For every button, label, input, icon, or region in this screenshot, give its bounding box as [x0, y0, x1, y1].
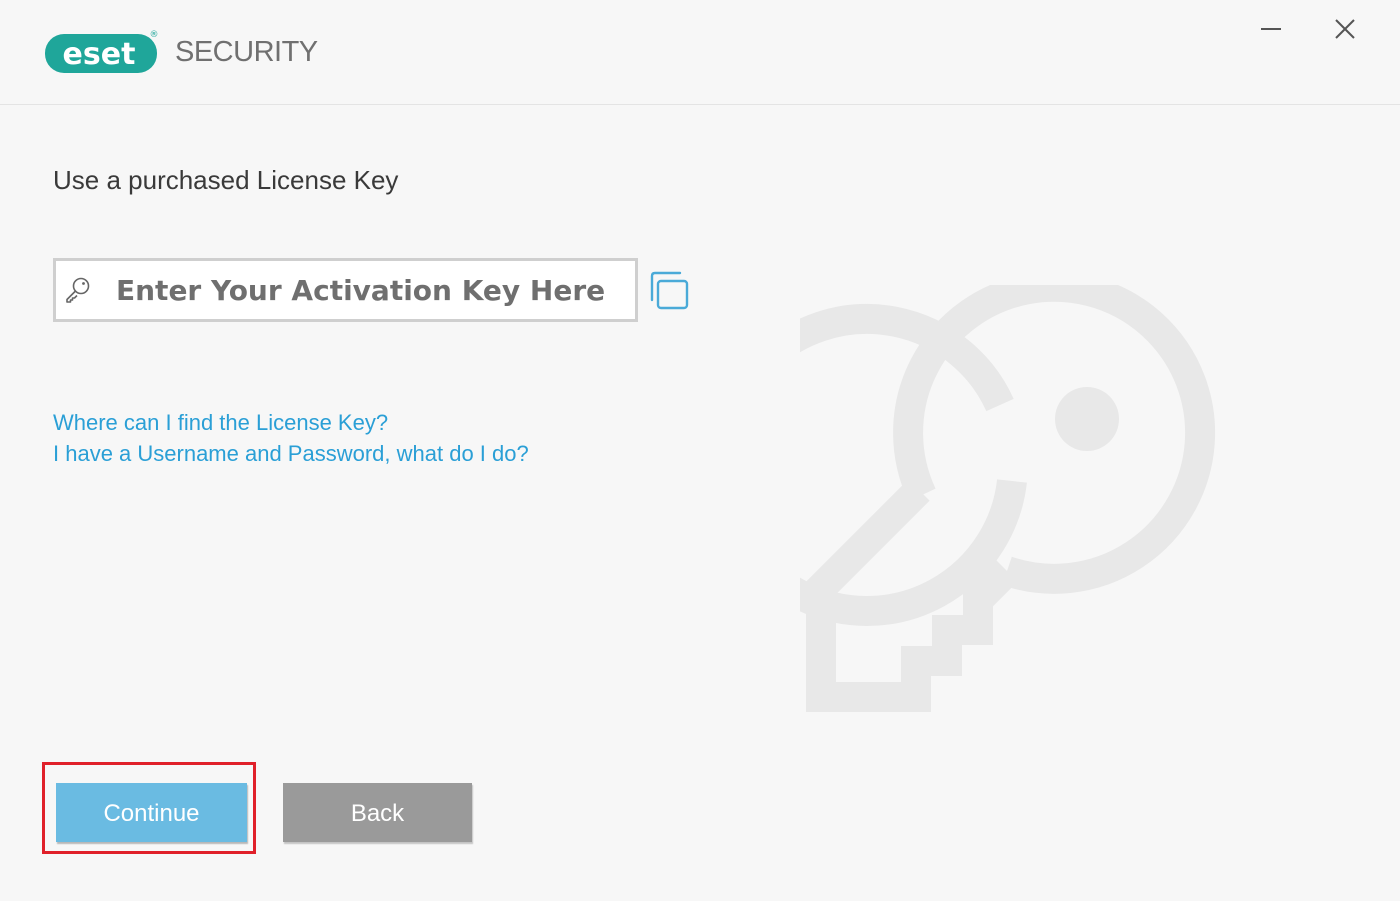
back-button[interactable]: Back: [283, 783, 472, 842]
svg-text:eset: eset: [63, 37, 136, 72]
license-key-input[interactable]: [116, 261, 626, 319]
paste-button[interactable]: [648, 270, 692, 312]
continue-button[interactable]: Continue: [56, 783, 247, 842]
key-illustration: [800, 285, 1216, 712]
key-icon: [66, 277, 90, 303]
eset-logo: eset ®: [45, 30, 159, 73]
close-icon: [1335, 19, 1355, 39]
minimize-icon: [1261, 28, 1281, 30]
svg-text:®: ®: [150, 30, 159, 40]
username-password-link[interactable]: I have a Username and Password, what do …: [53, 440, 529, 468]
paste-icon: [650, 271, 689, 310]
minimize-button[interactable]: [1251, 12, 1291, 48]
close-button[interactable]: [1325, 12, 1365, 48]
product-name: SECURITY: [175, 36, 318, 68]
find-license-key-link[interactable]: Where can I find the License Key?: [53, 409, 388, 437]
title-bar: eset ® SECURITY: [0, 0, 1400, 105]
page-title: Use a purchased License Key: [53, 165, 399, 195]
license-key-field[interactable]: [53, 258, 638, 322]
eset-activation-window: eset ® SECURITY Use a purchased License …: [0, 0, 1400, 901]
